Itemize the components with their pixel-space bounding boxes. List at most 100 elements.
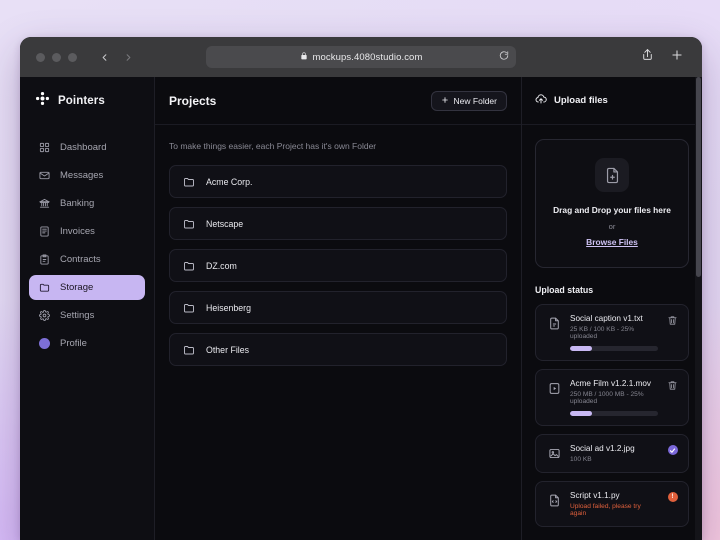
plus-icon [441,96,449,106]
upload-panel: Upload files Drag and Drop your files he… [522,77,702,540]
video-icon [546,380,562,396]
forward-button[interactable] [117,46,139,68]
sidebar-item-label: Settings [60,310,95,321]
avatar-icon [38,338,51,349]
upload-file-item[interactable]: Script v1.1.py Upload failed, please try… [535,481,689,527]
sidebar-item-banking[interactable]: Banking [29,191,145,216]
upload-complete-badge[interactable] [666,445,679,463]
sidebar-item-label: Banking [60,198,95,209]
sidebar-item-invoices[interactable]: Invoices [29,219,145,244]
sidebar-item-label: Dashboard [60,142,107,153]
navigation-buttons [93,46,139,68]
invoice-icon [38,226,51,237]
scrollbar-thumb [696,77,701,277]
new-folder-label: New Folder [453,95,497,106]
browser-window: mockups.4080studio.com Pointers Dashboar… [20,37,702,540]
upload-error-badge[interactable]: ! [666,492,679,517]
new-folder-button[interactable]: New Folder [430,90,507,111]
address-bar[interactable]: mockups.4080studio.com [206,46,516,68]
dropzone[interactable]: Drag and Drop your files here or Browse … [535,139,689,268]
trash-icon[interactable] [666,380,679,416]
sidebar-item-dashboard[interactable]: Dashboard [29,135,145,160]
sidebar-item-label: Contracts [60,254,101,265]
folder-row[interactable]: Netscape [169,207,507,240]
folder-icon [38,282,51,293]
reload-icon[interactable] [499,51,509,64]
folder-row[interactable]: Heisenberg [169,291,507,324]
window-controls[interactable] [32,52,77,62]
upload-file-list: Social caption v1.txt 25 KB / 100 KB - 2… [535,304,689,527]
brand[interactable]: Pointers [29,77,145,125]
page-title: Projects [169,93,217,108]
sidebar-item-settings[interactable]: Settings [29,303,145,328]
upload-header: Upload files [522,77,702,125]
gear-icon [38,310,51,321]
maximize-window-button[interactable] [68,52,77,62]
upload-file-meta: 100 KB [570,456,592,463]
url-text: mockups.4080studio.com [312,51,423,63]
cloud-upload-icon [535,93,547,108]
minimize-window-button[interactable] [52,52,61,62]
browser-toolbar: mockups.4080studio.com [20,37,702,77]
folder-row[interactable]: DZ.com [169,249,507,282]
sidebar-item-storage[interactable]: Storage [29,275,145,300]
upload-file-item[interactable]: Social ad v1.2.jpg 100 KB [535,434,689,473]
sidebar: Pointers Dashboard Messages Banking Invo… [20,77,155,540]
exclamation-icon: ! [667,492,678,502]
upload-file-meta: 25 KB / 100 KB - 25% uploaded [570,326,635,340]
document-icon [546,315,562,331]
browse-files-link[interactable]: Browse Files [586,237,638,247]
folder-icon [183,218,195,230]
sidebar-item-messages[interactable]: Messages [29,163,145,188]
grid-icon [38,142,51,153]
folder-name: Acme Corp. [206,176,253,187]
upload-file-name: Social caption v1.txt [570,314,643,323]
upload-title: Upload files [554,95,608,106]
projects-body: To make things easier, each Project has … [155,125,521,366]
page-scrollbar[interactable] [695,77,702,540]
dropzone-title: Drag and Drop your files here [553,205,671,215]
upload-body: Drag and Drop your files here or Browse … [522,125,702,527]
folder-icon [183,260,195,272]
sidebar-item-label: Storage [60,282,94,293]
share-icon[interactable] [641,48,654,66]
bank-icon [38,198,51,209]
folder-row[interactable]: Other Files [169,333,507,366]
sidebar-item-label: Messages [60,170,104,181]
dropzone-or-label: or [608,222,616,231]
code-file-icon [546,492,562,508]
clipboard-icon [38,254,51,265]
folder-name: DZ.com [206,260,237,271]
close-window-button[interactable] [36,52,45,62]
upload-file-error: Upload failed, please try again [570,503,641,517]
back-button[interactable] [93,46,115,68]
upload-file-item[interactable]: Social caption v1.txt 25 KB / 100 KB - 2… [535,304,689,361]
progress-bar [570,411,658,416]
folder-icon [183,344,195,356]
toolbar-actions [641,48,690,67]
upload-file-name: Script v1.1.py [570,491,620,500]
envelope-icon [38,170,51,181]
image-icon [546,445,562,461]
sidebar-item-label: Profile [60,338,87,349]
upload-file-name: Acme Film v1.2.1.mov [570,379,651,388]
sidebar-item-profile[interactable]: Profile [29,331,145,356]
projects-header: Projects New Folder [155,77,521,125]
folder-name: Netscape [206,218,244,229]
sidebar-item-contracts[interactable]: Contracts [29,247,145,272]
folder-name: Heisenberg [206,302,251,313]
upload-file-item[interactable]: Acme Film v1.2.1.mov 250 MB / 1000 MB - … [535,369,689,426]
sidebar-item-label: Invoices [60,226,95,237]
app-body: Pointers Dashboard Messages Banking Invo… [20,77,702,540]
add-file-icon [595,158,629,192]
folder-row[interactable]: Acme Corp. [169,165,507,198]
upload-status-title: Upload status [535,285,594,295]
folder-list: Acme Corp. Netscape DZ.com Heisenberg Ot… [169,165,507,366]
trash-icon[interactable] [666,315,679,351]
upload-file-meta: 250 MB / 1000 MB - 25% uploaded [570,391,644,405]
new-tab-icon[interactable] [670,48,684,67]
lock-icon [300,51,308,63]
progress-bar [570,346,658,351]
folder-icon [183,302,195,314]
check-icon [667,445,678,455]
